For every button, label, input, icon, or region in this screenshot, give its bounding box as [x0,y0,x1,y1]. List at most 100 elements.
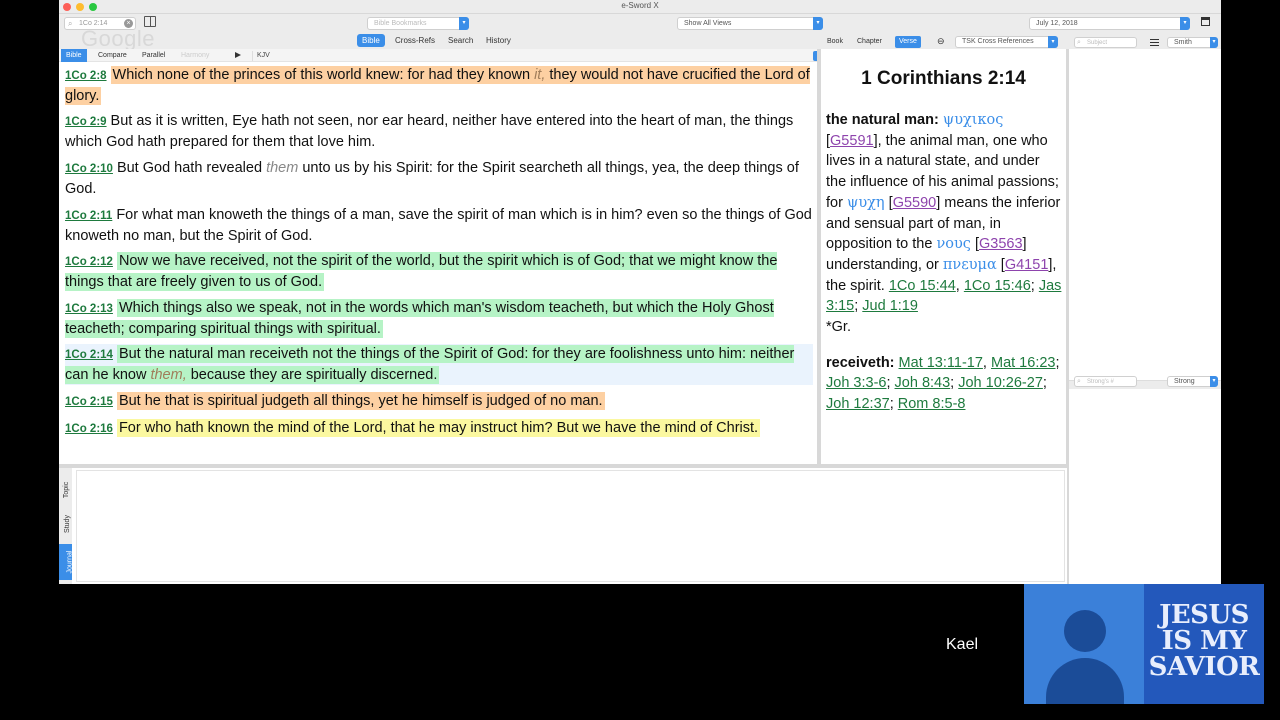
subject-search-input[interactable]: ⌕ Subject [1074,37,1137,48]
tab-parallel[interactable]: Parallel [137,49,170,62]
strong-list[interactable] [1069,389,1221,584]
strong-link[interactable]: G5591 [830,133,874,149]
title-bar: e-Sword X [59,0,1221,14]
date-select[interactable]: July 12, 2018 ▾ [1029,17,1190,30]
commentary-title: 1 Corinthians 2:14 [861,68,1026,89]
tab-bible[interactable]: Bible [61,49,87,62]
verse-text-part: But God hath revealed [116,160,267,176]
verse-text: Now we have received, not the spirit of … [65,252,778,291]
chevron-down-icon: ▾ [1048,36,1058,48]
dictionary-pane: ⌕ Subject Smith ▾ ⌕ Strong's # Strong ▾ [1069,35,1221,584]
strong-search-placeholder: Strong's # [1087,379,1114,385]
views-select[interactable]: Show All Views ▾ [677,17,823,30]
verse-ref-link[interactable]: 1Co 2:8 [65,70,107,82]
strong-link[interactable]: G4151 [1005,257,1049,273]
verse-1co-2-11[interactable]: 1Co 2:11 For what man knoweth the things … [65,205,813,246]
tab-book[interactable]: Book [823,36,847,48]
verse-1co-2-15[interactable]: 1Co 2:15 But he that is spiritual judgeth… [65,391,813,412]
esword-window: e-Sword X ⌕ 1Co 2:14 × Google Bible Book… [59,0,1221,584]
verse-ref-link[interactable]: 1Co 2:14 [65,349,113,361]
dictionary-select[interactable]: Smith ▾ [1167,37,1218,48]
journal-pane: Topic Study Journal [59,468,1067,584]
commentary-entry: the natural man: ψυχικος [G5591], the an… [826,112,1062,336]
entry-note: *Gr. [826,319,851,336]
greek-word: πνευμα [942,256,997,273]
list-icon[interactable] [1150,39,1159,46]
verse-1co-2-10[interactable]: 1Co 2:10 But God hath revealed them unto … [65,158,813,199]
verse-ref-link[interactable]: 1Co 2:16 [65,423,113,435]
italic-word: them [266,160,299,176]
subject-search-placeholder: Subject [1087,40,1108,46]
verse-1co-2-9[interactable]: 1Co 2:9 But as it is written, Eye hath no… [65,111,813,152]
dictionary-label: Smith [1174,39,1192,46]
verse-ref-link[interactable]: 1Co 2:11 [65,210,112,222]
verse-text: But he that is spiritual judgeth all thi… [116,392,605,410]
journal-editor[interactable] [76,470,1065,582]
cross-ref-link[interactable]: Mat 16:23 [991,355,1056,371]
verse-ref-link[interactable]: 1Co 2:15 [65,396,113,408]
bible-version-select[interactable]: KJV [252,51,821,61]
strong-link[interactable]: G5590 [893,195,937,211]
verse-1co-2-12[interactable]: 1Co 2:12 Now we have received, not the sp… [65,251,813,292]
chevron-down-icon: ▾ [459,17,469,30]
tab-verse[interactable]: Verse [895,36,921,48]
tab-study[interactable]: Study [59,508,72,540]
commentary-tab-bar: Book Chapter Verse ⊖ TSK Cross Reference… [821,35,1066,49]
verse-1co-2-16[interactable]: 1Co 2:16 For who hath known the mind of t… [65,418,813,439]
verse-ref-link[interactable]: 1Co 2:13 [65,303,113,315]
verse-text: For what man knoweth the things of a man… [65,207,812,244]
greek-word: ψυχικος [942,112,1004,128]
verse-ref-link[interactable]: 1Co 2:12 [65,256,113,268]
banner-tile: JESUS IS MY SAVIOR [1144,584,1264,704]
strong-select[interactable]: Strong ▾ [1167,376,1218,387]
chevron-down-icon: ▾ [1210,376,1218,387]
bible-tab-bar: Bible Compare Parallel Harmony KJV [59,49,821,62]
entry-heading: receiveth: [826,354,895,371]
cross-ref-link[interactable]: Rom 8:5-8 [898,396,966,412]
segment-search[interactable]: Search [443,34,478,47]
verse-1co-2-8[interactable]: 1Co 2:8 Which none of the princes of this… [65,65,813,106]
cross-ref-link[interactable]: Mat 13:11-17 [899,355,983,371]
journal-side-tabs: Topic Study Journal [59,468,73,584]
cross-ref-link[interactable]: Joh 3:3-6 [826,375,886,391]
commentary-body: the natural man: ψυχικος [G5591], the an… [826,110,1062,415]
play-icon[interactable] [235,52,241,58]
segment-history[interactable]: History [481,34,516,47]
verse-text-part: because they are spiritually discerned. [186,367,438,383]
entry-text: understanding, or [826,256,943,273]
bible-text-pane[interactable]: 1Co 2:8 Which none of the princes of this… [59,64,817,464]
bible-bookmarks-select[interactable]: Bible Bookmarks ▾ [367,17,469,30]
verse-ref-link[interactable]: 1Co 2:10 [65,163,113,175]
calendar-icon[interactable] [1201,17,1210,26]
commentary-module-select[interactable]: TSK Cross References ▾ [955,36,1058,48]
cross-ref-link[interactable]: Jud 1:19 [862,298,918,314]
strong-link[interactable]: G3563 [979,236,1023,252]
verse-1co-2-14[interactable]: 1Co 2:14 But the natural man receiveth no… [65,344,813,385]
strong-search-input[interactable]: ⌕ Strong's # [1074,376,1137,387]
chevron-down-icon: ▾ [813,17,823,30]
tab-chapter[interactable]: Chapter [853,36,886,48]
tab-journal[interactable]: Journal [59,544,73,580]
cross-ref-link[interactable]: Joh 10:26-27 [958,375,1043,391]
chevron-down-icon: ▾ [1210,37,1218,48]
verse-text: Which none of the princes of this world … [65,66,810,105]
cross-ref-link[interactable]: 1Co 15:44 [889,278,956,294]
segment-cross-refs[interactable]: Cross-Refs [390,34,440,47]
commentary-pane[interactable]: 1 Corinthians 2:14 the natural man: ψυχι… [821,49,1066,464]
italic-word: them, [150,367,187,383]
cross-ref-link[interactable]: 1Co 15:46 [964,278,1031,294]
segment-bible[interactable]: Bible [357,34,385,47]
participant-video-tile [1024,584,1144,704]
verse-text: For who hath known the mind of the Lord,… [116,419,761,437]
cross-ref-link[interactable]: Joh 12:37 [826,396,890,412]
italic-word: it, [534,67,546,83]
tab-topic[interactable]: Topic [59,474,72,506]
tab-compare[interactable]: Compare [93,49,132,62]
verse-ref-link[interactable]: 1Co 2:9 [65,116,107,128]
chevron-down-icon: ▾ [1180,17,1190,30]
link-icon[interactable]: ⊖ [937,37,948,46]
verse-1co-2-13[interactable]: 1Co 2:13 Which things also we speak, not … [65,298,813,339]
cross-ref-link[interactable]: Joh 8:43 [895,375,951,391]
subject-list[interactable] [1069,49,1221,381]
views-label: Show All Views [684,20,732,27]
